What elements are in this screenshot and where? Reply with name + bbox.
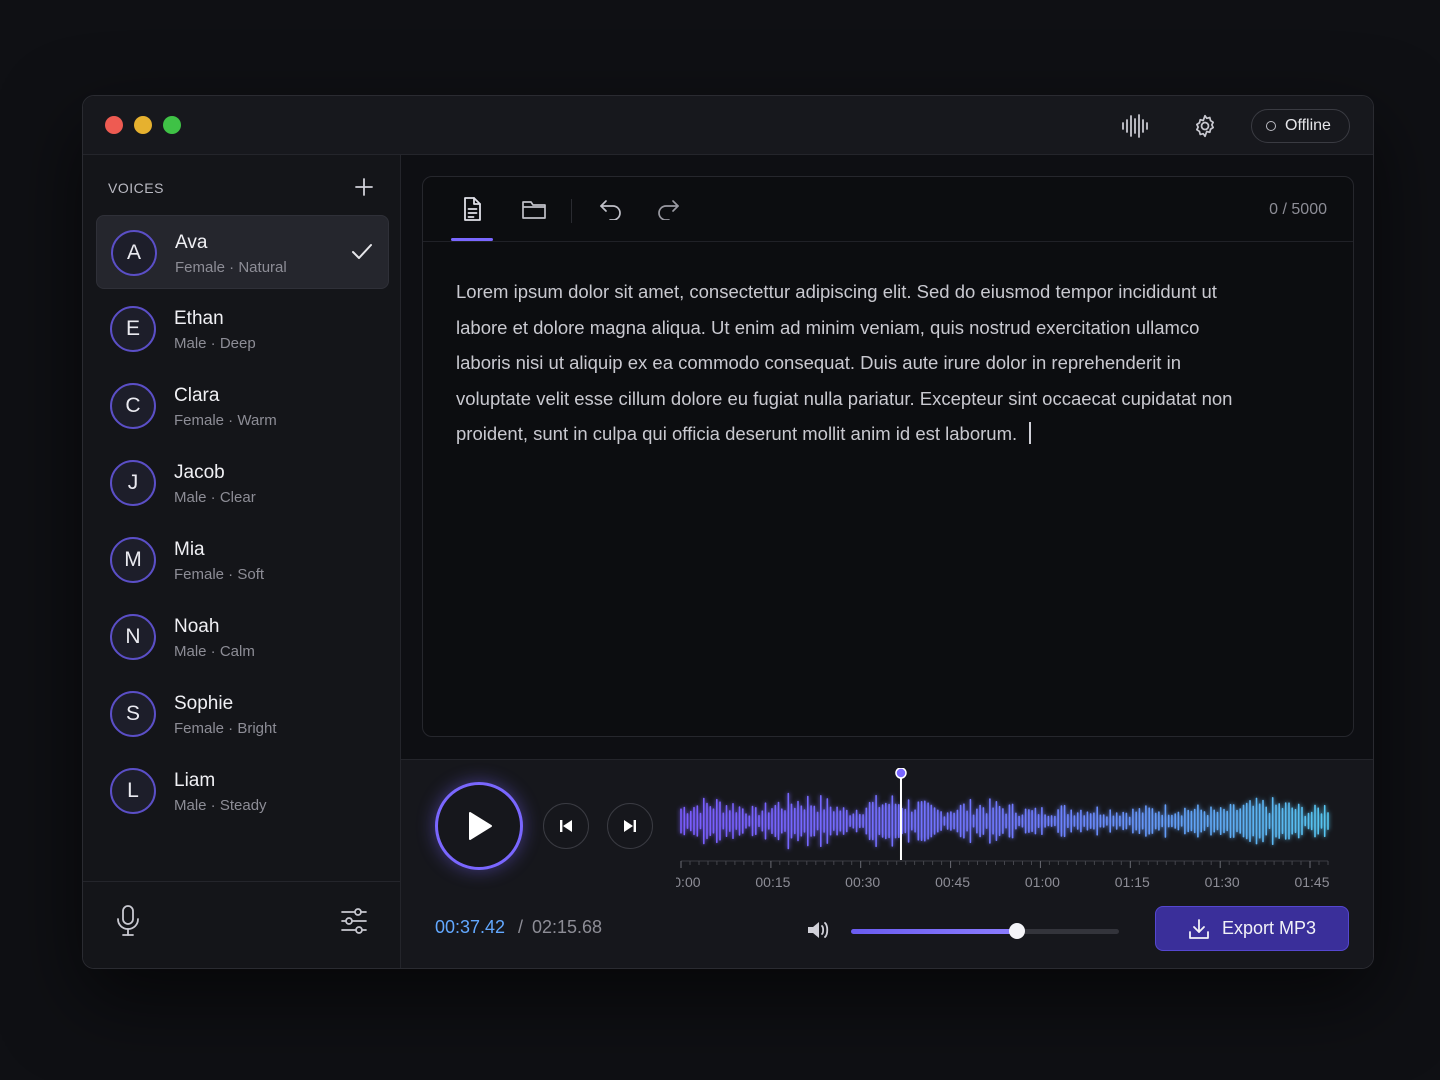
add-voice-button[interactable] [351, 174, 377, 200]
avatar: S [110, 691, 156, 737]
timeline-label: 01:15 [1115, 874, 1150, 890]
status-label: Offline [1285, 117, 1331, 134]
status-circle-icon [1266, 121, 1276, 131]
gear-icon [1196, 114, 1214, 138]
microphone-button[interactable] [113, 904, 143, 938]
volume-slider[interactable] [851, 923, 1119, 939]
redo-button[interactable] [652, 193, 684, 225]
voice-meta: Male · Calm [174, 643, 255, 660]
voice-item-mia[interactable]: M Mia Female · Soft [96, 523, 389, 597]
timeline-label: 00:15 [755, 874, 790, 890]
editor-toolbar: 0 / 5000 [423, 177, 1353, 242]
voices-header: VOICES [108, 180, 164, 196]
voice-name: Jacob [174, 462, 225, 483]
minimize-window-button[interactable] [134, 116, 152, 134]
avatar: E [110, 306, 156, 352]
settings-button[interactable] [1189, 110, 1221, 142]
voice-item-ava[interactable]: A Ava Female · Natural [96, 215, 389, 289]
timeline-label: 01:30 [1205, 874, 1240, 890]
waveform-icon [1122, 114, 1148, 138]
timeline-label: 00:30 [845, 874, 880, 890]
document-tab-button[interactable] [456, 193, 488, 225]
voice-meta: Female · Warm [174, 412, 277, 429]
skip-next-icon [624, 820, 636, 832]
playhead-handle[interactable] [895, 768, 907, 779]
voice-list: A Ava Female · Natural E Ethan Male · De… [96, 215, 389, 831]
mute-button[interactable] [805, 918, 831, 942]
script-text-area[interactable]: Lorem ipsum dolor sit amet, consectettur… [456, 274, 1256, 452]
waveform-timeline[interactable]: 00:00 00:15 00:30 00:45 01:00 01:15 01:30 01:45 [676, 768, 1336, 898]
voice-meta: Female · Soft [174, 566, 265, 583]
timeline-label: 00:00 [676, 874, 701, 890]
total-time: 02:15.68 [532, 917, 603, 937]
voice-settings-button[interactable] [339, 906, 369, 936]
plus-icon [355, 178, 373, 196]
avatar: N [110, 614, 156, 660]
close-window-button[interactable] [105, 116, 123, 134]
play-icon [469, 812, 492, 840]
voice-item-noah[interactable]: N Noah Male · Calm [96, 600, 389, 674]
skip-next-button[interactable] [607, 803, 653, 849]
voice-item-jacob[interactable]: J Jacob Male · Clear [96, 446, 389, 520]
export-label: Export MP3 [1221, 918, 1317, 938]
voice-name: Ava [175, 232, 208, 253]
titlebar: Offline [83, 96, 1373, 155]
avatar: J [110, 460, 156, 506]
current-time: 00:37.42 [435, 917, 506, 937]
avatar: C [110, 383, 156, 429]
skip-previous-button[interactable] [543, 803, 589, 849]
timeline-label: 00:45 [935, 874, 970, 890]
voice-item-liam[interactable]: L Liam Male · Steady [96, 754, 389, 828]
voice-meta: Male · Clear [174, 489, 256, 506]
volume-knob[interactable] [1009, 923, 1026, 939]
voice-meta: Male · Steady [174, 797, 267, 814]
voice-item-sophie[interactable]: S Sophie Female · Bright [96, 677, 389, 751]
app-window: Offline VOICES A Ava Female · Natural E … [82, 95, 1374, 969]
voice-name: Liam [174, 770, 216, 791]
character-count: 0 / 5000 [1269, 201, 1327, 218]
volume-icon [808, 922, 829, 938]
maximize-window-button[interactable] [163, 116, 181, 134]
volume-fill [851, 929, 1018, 934]
undo-icon [600, 200, 621, 220]
folder-icon [522, 201, 546, 219]
voice-name: Mia [174, 539, 205, 560]
voice-meta: Female · Natural [175, 259, 287, 276]
redo-icon [658, 200, 679, 220]
voice-name: Clara [174, 385, 220, 406]
open-folder-button[interactable] [518, 193, 550, 225]
timeline-label: 01:45 [1294, 874, 1329, 890]
text-caret [1029, 422, 1032, 444]
undo-button[interactable] [595, 193, 627, 225]
avatar: A [111, 230, 157, 276]
microphone-icon [117, 905, 139, 936]
voice-name: Noah [174, 616, 220, 637]
active-tab-indicator [451, 238, 493, 241]
time-separator: / [518, 917, 524, 937]
check-icon [352, 244, 372, 259]
document-icon [464, 197, 481, 221]
download-icon [1189, 918, 1209, 939]
avatar: L [110, 768, 156, 814]
export-mp3-button[interactable]: Export MP3 [1155, 906, 1349, 951]
timeline-label: 01:00 [1025, 874, 1060, 890]
voice-name: Sophie [174, 693, 234, 714]
sidebar-footer [83, 881, 401, 968]
voice-meta: Female · Bright [174, 720, 277, 737]
voice-meta: Male · Deep [174, 335, 256, 352]
voice-name: Ethan [174, 308, 224, 329]
skip-previous-icon [560, 820, 572, 832]
voices-sidebar: VOICES A Ava Female · Natural E Ethan Ma… [83, 155, 401, 968]
sliders-icon [341, 908, 367, 934]
avatar: M [110, 537, 156, 583]
audio-player: 00:00 00:15 00:30 00:45 01:00 01:15 01:30 01:45… [401, 759, 1373, 968]
voice-item-ethan[interactable]: E Ethan Male · Deep [96, 292, 389, 366]
text-editor-panel: 0 / 5000 Lorem ipsum dolor sit amet, con… [422, 176, 1354, 737]
script-text: Lorem ipsum dolor sit amet, consectettur… [456, 281, 1233, 444]
play-button[interactable] [435, 782, 523, 870]
voice-item-clara[interactable]: C Clara Female · Warm [96, 369, 389, 443]
toolbar-divider [571, 199, 572, 223]
connection-status-badge[interactable]: Offline [1251, 109, 1350, 143]
waveform-button[interactable] [1119, 110, 1151, 142]
